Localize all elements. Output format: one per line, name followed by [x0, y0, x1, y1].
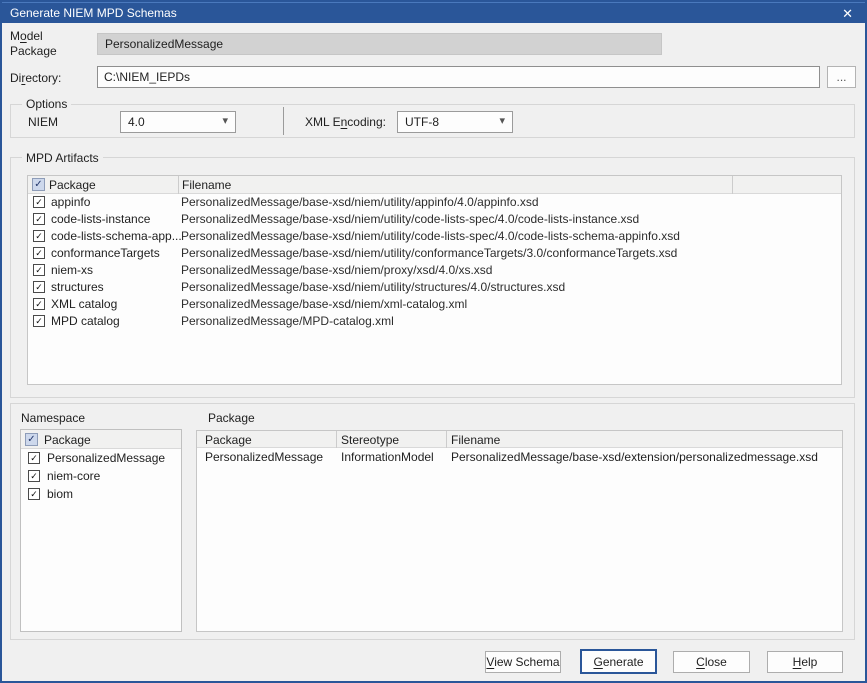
- namespace-rows: ✓ PersonalizedMessage ✓ niem-core ✓ biom: [21, 449, 181, 503]
- table-row[interactable]: ✓ XML catalog PersonalizedMessage/base-x…: [28, 296, 841, 313]
- filename-cell: PersonalizedMessage/base-xsd/niem/utilit…: [181, 246, 677, 260]
- row-checkbox[interactable]: ✓: [33, 264, 45, 276]
- table-row[interactable]: ✓ appinfo PersonalizedMessage/base-xsd/n…: [28, 194, 841, 211]
- package-cell: MPD catalog: [51, 314, 120, 328]
- chevron-down-icon: ▾: [222, 114, 228, 127]
- row-checkbox[interactable]: ✓: [33, 298, 45, 310]
- niem-version-value: 4.0: [128, 115, 145, 129]
- filename-cell: PersonalizedMessage/base-xsd/niem/utilit…: [181, 212, 639, 226]
- package-label: Package: [208, 411, 255, 425]
- namespace-label: Namespace: [21, 411, 85, 425]
- model-package-field: PersonalizedMessage: [97, 33, 662, 55]
- mpd-artifacts-table: ✓ Package Filename ✓ appinfo Personalize…: [27, 175, 842, 385]
- namespace-list: ✓ Package ✓ PersonalizedMessage ✓ niem-c…: [20, 429, 182, 632]
- row-checkbox[interactable]: ✓: [28, 488, 40, 500]
- filename-cell: PersonalizedMessage/base-xsd/niem/utilit…: [181, 229, 680, 243]
- table-row[interactable]: ✓ code-lists-instance PersonalizedMessag…: [28, 211, 841, 228]
- filename-cell: PersonalizedMessage/base-xsd/niem/utilit…: [181, 195, 539, 209]
- filename-cell: PersonalizedMessage/base-xsd/niem/utilit…: [181, 280, 565, 294]
- xml-encoding-dropdown[interactable]: UTF-8 ▾: [397, 111, 513, 133]
- directory-input[interactable]: [97, 66, 820, 88]
- package-cell: code-lists-schema-app...: [51, 229, 182, 243]
- filename-cell: PersonalizedMessage/MPD-catalog.xml: [181, 314, 394, 328]
- row-checkbox[interactable]: ✓: [33, 281, 45, 293]
- list-item[interactable]: ✓ biom: [21, 485, 181, 503]
- mpd-artifacts-header: ✓ Package Filename: [28, 176, 841, 194]
- mpd-artifacts-group-label: MPD Artifacts: [22, 151, 103, 165]
- row-checkbox[interactable]: ✓: [28, 470, 40, 482]
- row-checkbox[interactable]: ✓: [33, 230, 45, 242]
- table-row[interactable]: ✓ structures PersonalizedMessage/base-xs…: [28, 279, 841, 296]
- mpd-artifacts-rows: ✓ appinfo PersonalizedMessage/base-xsd/n…: [28, 194, 841, 330]
- namespace-name: PersonalizedMessage: [47, 451, 165, 465]
- package-column-header: Package: [49, 178, 96, 192]
- package-cell: niem-xs: [51, 263, 93, 277]
- column-divider: [446, 431, 447, 448]
- package-cell: conformanceTargets: [51, 246, 160, 260]
- table-row[interactable]: ✓ conformanceTargets PersonalizedMessage…: [28, 245, 841, 262]
- browse-button[interactable]: ...: [827, 66, 856, 88]
- package-table-header: Package Stereotype Filename: [197, 431, 842, 448]
- row-checkbox[interactable]: ✓: [33, 247, 45, 259]
- xml-encoding-value: UTF-8: [405, 115, 439, 129]
- list-item[interactable]: ✓ PersonalizedMessage: [21, 449, 181, 467]
- package-cell: code-lists-instance: [51, 212, 150, 226]
- generate-button[interactable]: Generate: [580, 649, 657, 674]
- namespace-name: biom: [47, 487, 73, 501]
- filename-column-header: Filename: [182, 178, 231, 192]
- close-icon[interactable]: ✕: [842, 5, 853, 22]
- row-checkbox[interactable]: ✓: [33, 315, 45, 327]
- table-row[interactable]: ✓ MPD catalog PersonalizedMessage/MPD-ca…: [28, 313, 841, 330]
- help-button[interactable]: Help: [767, 651, 843, 673]
- stereotype-column-header: Stereotype: [341, 433, 399, 447]
- package-cell: XML catalog: [51, 297, 117, 311]
- package-rows: PersonalizedMessage InformationModel Per…: [197, 448, 842, 466]
- filename-cell: PersonalizedMessage/base-xsd/extension/p…: [451, 450, 818, 464]
- row-checkbox[interactable]: ✓: [33, 196, 45, 208]
- select-all-checkbox[interactable]: ✓: [25, 433, 38, 446]
- namespace-name: niem-core: [47, 469, 100, 483]
- package-cell: PersonalizedMessage: [205, 450, 323, 464]
- view-schema-button[interactable]: View Schema: [485, 651, 561, 673]
- table-row[interactable]: PersonalizedMessage InformationModel Per…: [197, 448, 842, 466]
- package-column-header: Package: [205, 433, 252, 447]
- model-package-label: Model Package: [10, 29, 82, 59]
- table-row[interactable]: ✓ code-lists-schema-app... PersonalizedM…: [28, 228, 841, 245]
- filename-cell: PersonalizedMessage/base-xsd/niem/xml-ca…: [181, 297, 467, 311]
- filename-cell: PersonalizedMessage/base-xsd/niem/proxy/…: [181, 263, 492, 277]
- generate-niem-mpd-schemas-dialog: Generate NIEM MPD Schemas ✕ Model Packag…: [0, 0, 867, 683]
- package-cell: structures: [51, 280, 104, 294]
- stereotype-cell: InformationModel: [341, 450, 434, 464]
- row-checkbox[interactable]: ✓: [28, 452, 40, 464]
- column-divider: [732, 176, 733, 194]
- package-column-header: Package: [44, 433, 91, 447]
- package-table: Package Stereotype Filename Personalized…: [196, 430, 843, 632]
- list-item[interactable]: ✓ niem-core: [21, 467, 181, 485]
- column-divider: [178, 176, 179, 194]
- window-title: Generate NIEM MPD Schemas: [10, 6, 177, 20]
- options-divider: [283, 107, 284, 135]
- row-checkbox[interactable]: ✓: [33, 213, 45, 225]
- niem-version-dropdown[interactable]: 4.0 ▾: [120, 111, 236, 133]
- directory-label: Directory:: [10, 71, 61, 85]
- column-divider: [336, 431, 337, 448]
- select-all-checkbox[interactable]: ✓: [32, 178, 45, 191]
- niem-label: NIEM: [28, 115, 58, 129]
- close-button[interactable]: Close: [673, 651, 750, 673]
- chevron-down-icon: ▾: [499, 114, 505, 127]
- filename-column-header: Filename: [451, 433, 500, 447]
- namespace-header: ✓ Package: [21, 430, 181, 449]
- options-group-label: Options: [22, 97, 71, 111]
- xml-encoding-label: XML Encoding:: [305, 115, 386, 129]
- package-cell: appinfo: [51, 195, 90, 209]
- titlebar[interactable]: Generate NIEM MPD Schemas ✕: [2, 2, 865, 23]
- table-row[interactable]: ✓ niem-xs PersonalizedMessage/base-xsd/n…: [28, 262, 841, 279]
